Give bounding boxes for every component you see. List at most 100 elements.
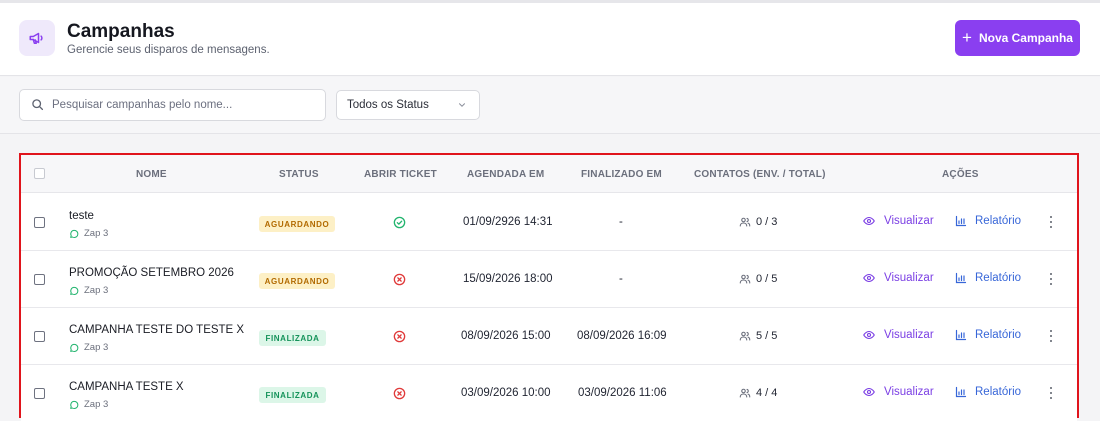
bar-chart-icon: [955, 272, 967, 284]
new-campaign-label: Nova Campanha: [978, 31, 1073, 45]
campaigns-table: NOME STATUS ABRIR TICKET AGENDADA EM FIN…: [19, 153, 1079, 421]
page-subtitle: Gerencie seus disparos de mensagens.: [67, 44, 270, 56]
chevron-down-icon: [459, 103, 465, 107]
scheduled-date: 03/09/2026 10:00: [461, 387, 551, 399]
more-options-icon[interactable]: [1046, 329, 1056, 343]
table-row: PROMOÇÃO SETEMBRO 2026 Zap 3 AGUARDANDO …: [21, 251, 1077, 308]
users-icon: [739, 274, 751, 284]
status-filter-value: Todos os Status: [347, 99, 429, 111]
x-circle-icon: [393, 387, 406, 400]
users-icon: [739, 217, 751, 227]
report-label: Relatório: [975, 272, 1022, 284]
report-label: Relatório: [975, 386, 1022, 398]
status-badge: FINALIZADA: [259, 330, 326, 346]
contacts-count: 5 / 5: [739, 330, 777, 342]
view-button[interactable]: Visualizar: [862, 215, 934, 227]
contacts-value: 0 / 5: [756, 273, 778, 285]
status-filter-select[interactable]: Todos os Status: [336, 90, 480, 120]
row-checkbox[interactable]: [34, 331, 45, 342]
scheduled-date: 08/09/2026 15:00: [461, 330, 551, 342]
eye-icon: [863, 330, 875, 340]
search-box[interactable]: [19, 89, 326, 121]
search-icon: [32, 99, 44, 111]
bar-chart-icon: [955, 386, 967, 398]
eye-icon: [863, 216, 875, 226]
report-button[interactable]: Relatório: [955, 329, 1021, 341]
more-options-icon[interactable]: [1046, 386, 1056, 400]
status-badge: AGUARDANDO: [259, 273, 335, 289]
x-circle-icon: [393, 330, 406, 343]
eye-icon: [863, 387, 875, 397]
table-row: CAMPANHA TESTE DO TESTE X Zap 3 FINALIZA…: [21, 308, 1077, 365]
table-row: CAMPANHA TESTE X Zap 3 FINALIZADA 03/09/…: [21, 365, 1077, 421]
report-button[interactable]: Relatório: [955, 215, 1021, 227]
campaign-name: CAMPANHA TESTE DO TESTE X: [69, 324, 245, 336]
view-button[interactable]: Visualizar: [862, 272, 934, 284]
select-all-checkbox[interactable]: [34, 168, 45, 179]
connection-label: Zap 3: [84, 285, 109, 296]
row-checkbox[interactable]: [34, 388, 45, 399]
campaign-name: PROMOÇÃO SETEMBRO 2026: [69, 267, 234, 279]
report-label: Relatório: [975, 215, 1022, 227]
contacts-value: 5 / 5: [756, 330, 778, 342]
users-icon: [739, 331, 751, 341]
view-label: Visualizar: [884, 329, 934, 341]
scheduled-date: 01/09/2926 14:31: [463, 216, 553, 228]
view-button[interactable]: Visualizar: [862, 386, 934, 398]
x-circle-icon: [393, 273, 406, 286]
whatsapp-icon: [70, 343, 79, 352]
new-campaign-button[interactable]: + Nova Campanha: [955, 20, 1080, 56]
finished-date: -: [619, 273, 623, 285]
table-row: teste Zap 3 AGUARDANDO 01/09/2926 14:31 …: [21, 194, 1077, 251]
eye-icon: [863, 273, 875, 283]
finished-date: 03/09/2026 11:06: [578, 387, 667, 399]
search-input[interactable]: [52, 95, 317, 115]
more-options-icon[interactable]: [1046, 215, 1056, 229]
report-button[interactable]: Relatório: [955, 272, 1021, 284]
row-checkbox[interactable]: [34, 217, 45, 228]
campaign-connection: Zap 3: [69, 342, 108, 353]
finished-date: 08/09/2026 16:09: [577, 330, 667, 342]
view-label: Visualizar: [884, 215, 934, 227]
contacts-count: 0 / 5: [739, 273, 777, 285]
more-options-icon[interactable]: [1046, 272, 1056, 286]
finished-date: -: [619, 216, 623, 228]
contacts-count: 0 / 3: [739, 216, 777, 228]
megaphone-icon: [19, 20, 55, 56]
page-title: Campanhas: [67, 21, 175, 42]
view-label: Visualizar: [884, 272, 934, 284]
column-header-actions: AÇÕES: [942, 169, 979, 180]
campaign-connection: Zap 3: [69, 399, 108, 410]
view-label: Visualizar: [884, 386, 934, 398]
report-label: Relatório: [975, 329, 1022, 341]
check-circle-icon: [393, 216, 406, 229]
page-header: Campanhas Gerencie seus disparos de mens…: [0, 3, 1100, 76]
status-badge: AGUARDANDO: [259, 216, 335, 232]
contacts-count: 4 / 4: [739, 387, 777, 399]
campaign-name: teste: [69, 210, 94, 222]
column-header-open-ticket: ABRIR TICKET: [364, 169, 437, 180]
column-header-status: STATUS: [279, 169, 319, 180]
connection-label: Zap 3: [84, 342, 109, 353]
bar-chart-icon: [955, 329, 967, 341]
campaign-name: CAMPANHA TESTE X: [69, 381, 184, 393]
scheduled-date: 15/09/2026 18:00: [463, 273, 553, 285]
contacts-value: 4 / 4: [756, 387, 778, 399]
column-header-name: NOME: [136, 169, 167, 180]
column-header-contacts: CONTATOS (ENV. / TOTAL): [694, 169, 826, 180]
report-button[interactable]: Relatório: [955, 386, 1021, 398]
row-checkbox[interactable]: [34, 274, 45, 285]
whatsapp-icon: [70, 286, 79, 295]
bar-chart-icon: [955, 215, 967, 227]
table-header: NOME STATUS ABRIR TICKET AGENDADA EM FIN…: [21, 155, 1077, 193]
connection-label: Zap 3: [84, 228, 109, 239]
campaign-connection: Zap 3: [69, 228, 108, 239]
view-button[interactable]: Visualizar: [862, 329, 934, 341]
plus-icon: +: [962, 27, 972, 47]
column-header-finished: FINALIZADO EM: [581, 169, 662, 180]
status-badge: FINALIZADA: [259, 387, 326, 403]
connection-label: Zap 3: [84, 399, 109, 410]
filter-bar: Todos os Status: [0, 77, 1100, 134]
contacts-value: 0 / 3: [756, 216, 778, 228]
whatsapp-icon: [70, 400, 79, 409]
